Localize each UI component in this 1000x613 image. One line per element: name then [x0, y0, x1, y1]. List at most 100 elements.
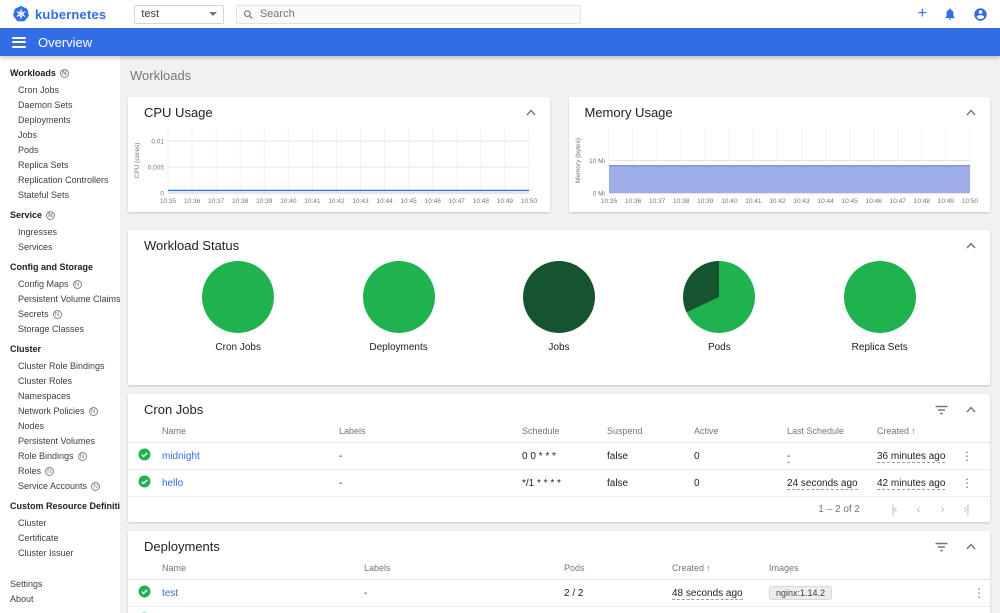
sidebar-item-roles[interactable]: Roles N — [0, 463, 120, 478]
sidebar-item-stateful-sets[interactable]: Stateful Sets — [0, 187, 120, 202]
menu-hamburger-icon[interactable] — [12, 36, 26, 48]
svg-text:10:40: 10:40 — [280, 198, 297, 205]
svg-text:10:40: 10:40 — [721, 198, 738, 205]
column-header-created[interactable]: Created ↑ — [668, 556, 765, 580]
sidebar-item-persistent-volumes[interactable]: Persistent Volumes — [0, 433, 120, 448]
pie-label: Replica Sets — [851, 342, 908, 353]
column-header-images[interactable]: Images — [765, 556, 965, 580]
page-title: Workloads — [130, 68, 192, 83]
svg-text:10:35: 10:35 — [160, 198, 177, 205]
filter-icon[interactable] — [935, 542, 948, 552]
sidebar-item-secrets[interactable]: Secrets N — [0, 306, 120, 321]
sidebar-item-settings[interactable]: Settings — [0, 576, 120, 591]
cron-job-link[interactable]: hello — [162, 478, 183, 489]
svg-text:10:38: 10:38 — [232, 198, 249, 205]
previous-page-icon[interactable]: ‹ — [906, 502, 930, 516]
sidebar-item-service-accounts[interactable]: Service Accounts N — [0, 478, 120, 493]
svg-text:10:43: 10:43 — [793, 198, 810, 205]
workload-status-card: Workload Status Cron Jobs Deployments Jo… — [128, 230, 990, 385]
sidebar-section-custom-resource-definitions[interactable]: Custom Resource Definitions — [0, 498, 120, 515]
sidebar-item-deployments[interactable]: Deployments — [0, 112, 120, 127]
column-header-labels[interactable]: Labels — [360, 556, 560, 580]
collapse-card-icon[interactable] — [966, 242, 976, 249]
sidebar-section-workloads[interactable]: Workloads N — [0, 65, 120, 82]
pie-label: Cron Jobs — [215, 342, 261, 353]
created-cell: 42 minutes ago — [877, 477, 946, 490]
filter-icon[interactable] — [935, 405, 948, 415]
column-header-suspend[interactable]: Suspend — [603, 419, 690, 443]
svg-text:10:41: 10:41 — [304, 198, 321, 205]
row-actions-menu-icon[interactable]: ⋮ — [969, 586, 989, 600]
deployment-link[interactable]: test — [162, 588, 178, 599]
status-column-header — [128, 419, 158, 443]
column-header-pods[interactable]: Pods — [560, 556, 668, 580]
status-ok-icon — [138, 585, 151, 598]
column-header-labels[interactable]: Labels — [335, 419, 518, 443]
pagination-bar: 1 – 2 of 2 |‹ ‹ › ›| — [128, 497, 990, 522]
column-header-created[interactable]: Created ↑ — [873, 419, 953, 443]
collapse-card-icon[interactable] — [525, 109, 536, 116]
sidebar-item-crd-certificate[interactable]: Certificate — [0, 530, 120, 545]
svg-text:10:35: 10:35 — [600, 198, 617, 205]
row-actions-menu-icon[interactable]: ⋮ — [957, 449, 977, 463]
sidebar-section-cluster[interactable]: Cluster — [0, 341, 120, 358]
sidebar-item-pods[interactable]: Pods — [0, 142, 120, 157]
create-resource-button[interactable]: + — [918, 6, 927, 22]
namespaced-badge: N — [46, 211, 56, 220]
column-header-last-schedule[interactable]: Last Schedule — [783, 419, 873, 443]
sidebar-item-namespaces[interactable]: Namespaces — [0, 388, 120, 403]
sidebar-item-nodes[interactable]: Nodes — [0, 418, 120, 433]
active-cell: 0 — [690, 442, 783, 470]
search-box[interactable] — [236, 4, 582, 24]
svg-text:10:47: 10:47 — [889, 198, 906, 205]
svg-text:10:44: 10:44 — [817, 198, 834, 205]
cron-job-link[interactable]: midnight — [162, 451, 200, 462]
user-account-icon[interactable] — [973, 7, 988, 22]
sidebar-item-persistent-volume-claims[interactable]: Persistent Volume ClaimsN — [0, 291, 120, 306]
sidebar-section-config-and-storage[interactable]: Config and Storage — [0, 259, 120, 276]
kubernetes-logo[interactable]: kubernetes — [12, 5, 106, 23]
sidebar-item-crd-cluster[interactable]: Cluster — [0, 515, 120, 530]
status-ok-icon — [138, 448, 151, 461]
column-header-active[interactable]: Active — [690, 419, 783, 443]
search-input[interactable] — [259, 8, 575, 20]
last-page-icon[interactable]: ›| — [954, 502, 978, 516]
first-page-icon[interactable]: |‹ — [882, 502, 906, 516]
sidebar-item-replica-sets[interactable]: Replica Sets — [0, 157, 120, 172]
row-actions-menu-icon[interactable]: ⋮ — [957, 476, 977, 490]
labels-cell: - — [335, 442, 518, 470]
sidebar-item-about[interactable]: About — [0, 591, 120, 606]
sidebar-item-replication-controllers[interactable]: Replication Controllers — [0, 172, 120, 187]
next-page-icon[interactable]: › — [930, 502, 954, 516]
column-header-schedule[interactable]: Schedule — [518, 419, 603, 443]
sidebar-item-role-bindings[interactable]: Role Bindings N — [0, 448, 120, 463]
svg-text:10:42: 10:42 — [328, 198, 345, 205]
actions-column-header — [965, 556, 990, 580]
sidebar-item-network-policies[interactable]: Network Policies N — [0, 403, 120, 418]
column-header-name[interactable]: Name — [158, 556, 360, 580]
sidebar-item-cluster-roles[interactable]: Cluster Roles — [0, 373, 120, 388]
collapse-card-icon[interactable] — [966, 543, 976, 550]
sidebar-item-cluster-role-bindings[interactable]: Cluster Role Bindings — [0, 358, 120, 373]
sidebar-item-config-maps[interactable]: Config Maps N — [0, 276, 120, 291]
sidebar-item-storage-classes[interactable]: Storage Classes — [0, 321, 120, 336]
column-header-name[interactable]: Name — [158, 419, 335, 443]
table-row: midnight - 0 0 * * * false 0 - 36 minute… — [128, 442, 990, 470]
namespace-select[interactable]: test — [134, 4, 225, 24]
notifications-bell-icon[interactable] — [943, 7, 957, 21]
actions-column-header — [953, 419, 990, 443]
last-schedule-cell: 24 seconds ago — [787, 477, 858, 490]
collapse-card-icon[interactable] — [966, 109, 976, 116]
sidebar-item-ingresses[interactable]: Ingresses — [0, 224, 120, 239]
namespace-value: test — [141, 8, 160, 20]
sidebar-item-crd-cluster-issuer[interactable]: Cluster Issuer — [0, 545, 120, 560]
sidebar-section-service[interactable]: Service N — [0, 207, 120, 224]
sidebar-item-cron-jobs[interactable]: Cron Jobs — [0, 82, 120, 97]
sidebar-item-daemon-sets[interactable]: Daemon Sets — [0, 97, 120, 112]
sidebar-item-jobs[interactable]: Jobs — [0, 127, 120, 142]
pie-label: Pods — [707, 342, 731, 353]
sidebar-item-services[interactable]: Services — [0, 239, 120, 254]
cpu-usage-chart: 0 0.005 0.01 10:35 10:36 10:37 10:38 10:39 10:40… — [134, 128, 537, 205]
svg-text:0.01: 0.01 — [151, 139, 164, 146]
collapse-card-icon[interactable] — [966, 406, 976, 413]
